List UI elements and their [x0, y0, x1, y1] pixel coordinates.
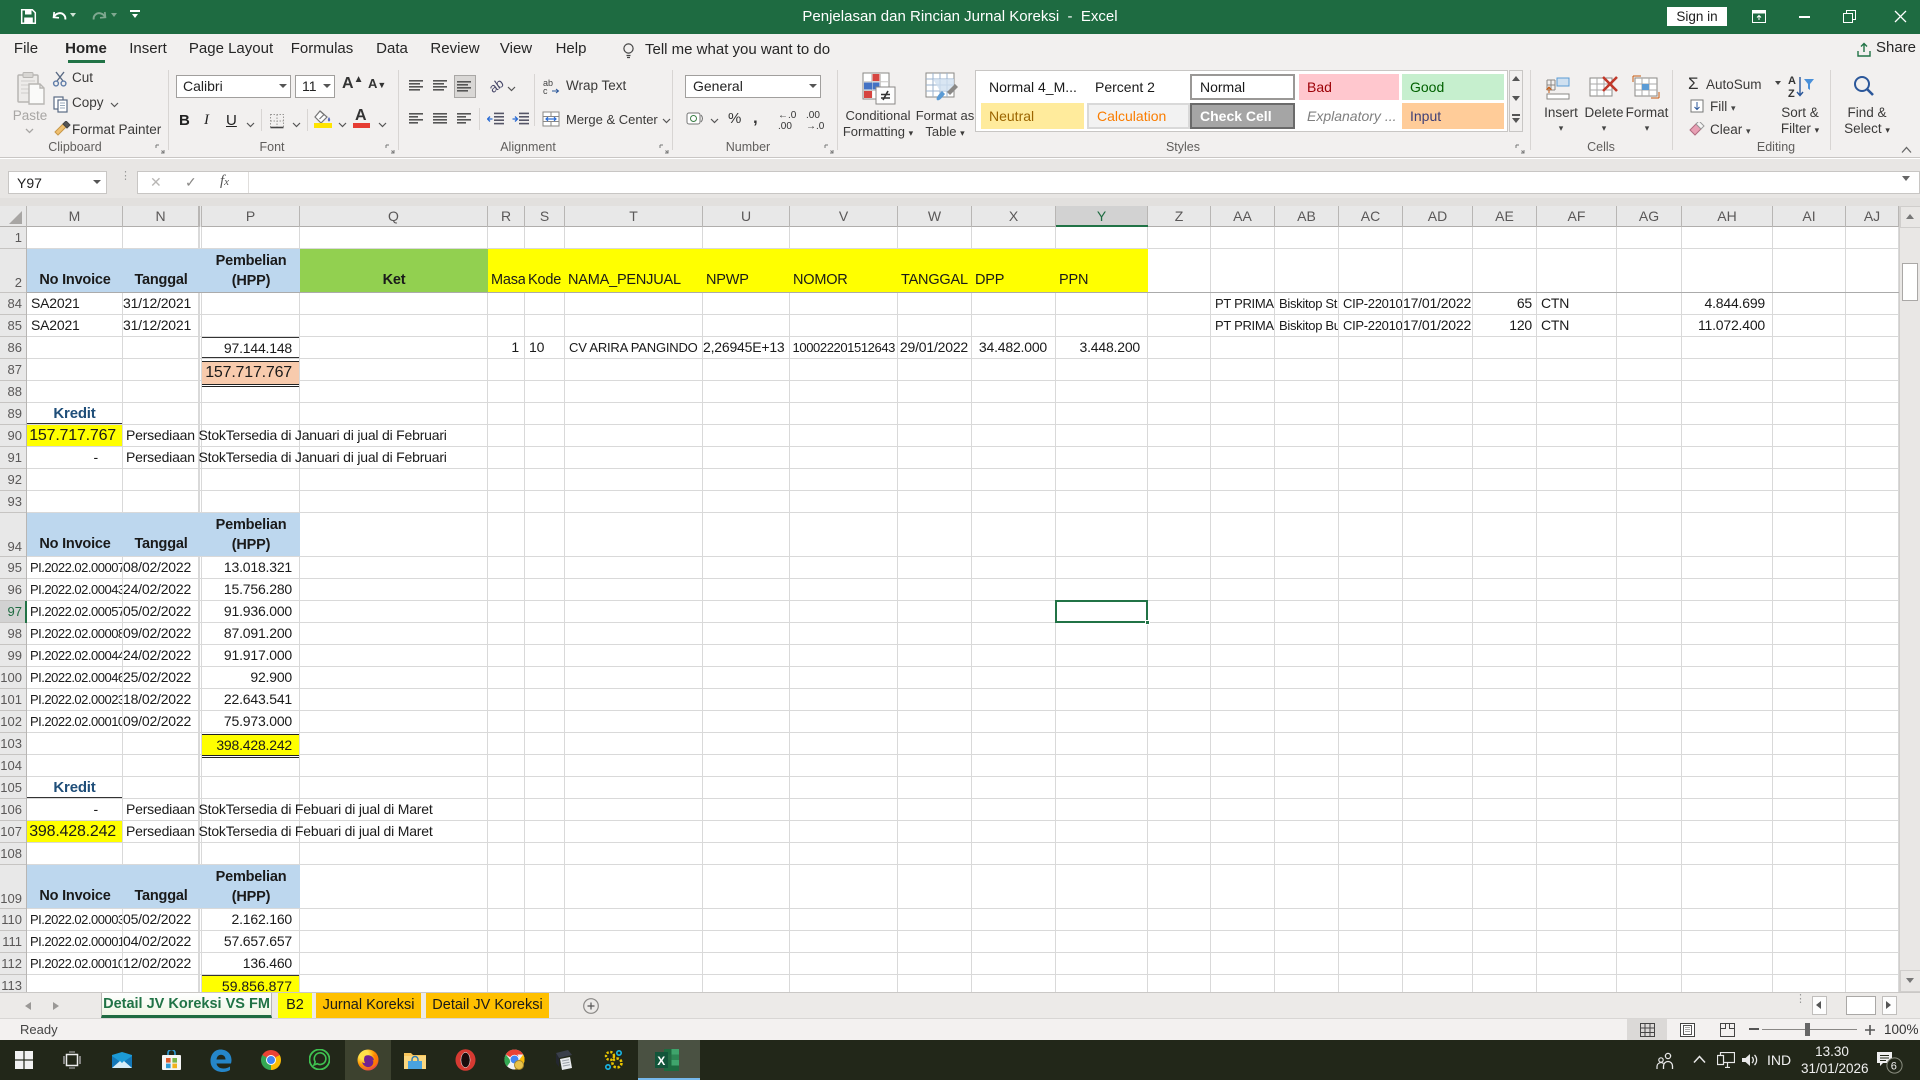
svg-text:c: c	[543, 86, 548, 95]
svg-text:6: 6	[1891, 1061, 1897, 1073]
svg-text:Z: Z	[1788, 88, 1795, 100]
svg-text:X: X	[657, 1054, 665, 1068]
svg-text:A: A	[1788, 75, 1796, 87]
